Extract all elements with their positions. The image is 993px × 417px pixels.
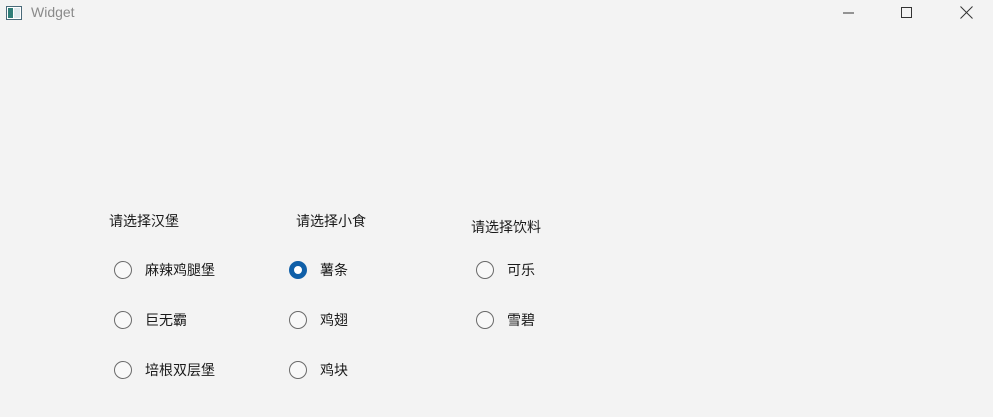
- radio-indicator[interactable]: [289, 311, 307, 329]
- minimize-button[interactable]: [826, 0, 872, 26]
- radio-burger-2[interactable]: 巨无霸: [114, 309, 187, 331]
- burger-group-title: 请选择汉堡: [109, 214, 179, 230]
- radio-snack-2[interactable]: 鸡翅: [289, 309, 348, 331]
- app-window: Widget 请选择汉堡 麻辣鸡腿堡 巨无霸 培根双层堡 请选择小食 薯条 鸡翅…: [0, 0, 993, 417]
- maximize-icon: [901, 4, 913, 23]
- radio-burger-3[interactable]: 培根双层堡: [114, 359, 215, 381]
- radio-indicator[interactable]: [476, 261, 494, 279]
- radio-indicator[interactable]: [114, 311, 132, 329]
- radio-label[interactable]: 培根双层堡: [145, 360, 215, 380]
- app-window-icon: [6, 5, 22, 20]
- radio-indicator[interactable]: [114, 261, 132, 279]
- radio-snack-3[interactable]: 鸡块: [289, 359, 348, 381]
- radio-indicator[interactable]: [114, 361, 132, 379]
- radio-snack-1[interactable]: 薯条: [289, 259, 348, 281]
- minimize-icon: [843, 4, 855, 23]
- maximize-button[interactable]: [884, 0, 930, 26]
- window-title: Widget: [31, 4, 75, 20]
- radio-label[interactable]: 鸡块: [320, 360, 348, 380]
- radio-indicator[interactable]: [289, 261, 307, 279]
- radio-label[interactable]: 鸡翅: [320, 310, 348, 330]
- radio-indicator[interactable]: [289, 361, 307, 379]
- radio-indicator[interactable]: [476, 311, 494, 329]
- radio-label[interactable]: 雪碧: [507, 310, 535, 330]
- radio-drink-2[interactable]: 雪碧: [476, 309, 535, 331]
- close-button[interactable]: [943, 0, 989, 26]
- radio-label[interactable]: 麻辣鸡腿堡: [145, 260, 215, 280]
- radio-label[interactable]: 薯条: [320, 260, 348, 280]
- drink-group-title: 请选择饮料: [471, 220, 541, 236]
- close-icon: [959, 4, 973, 23]
- snack-group-title: 请选择小食: [296, 214, 366, 230]
- radio-label[interactable]: 巨无霸: [145, 310, 187, 330]
- radio-drink-1[interactable]: 可乐: [476, 259, 535, 281]
- radio-label[interactable]: 可乐: [507, 260, 535, 280]
- title-bar[interactable]: Widget: [0, 0, 993, 26]
- radio-burger-1[interactable]: 麻辣鸡腿堡: [114, 259, 215, 281]
